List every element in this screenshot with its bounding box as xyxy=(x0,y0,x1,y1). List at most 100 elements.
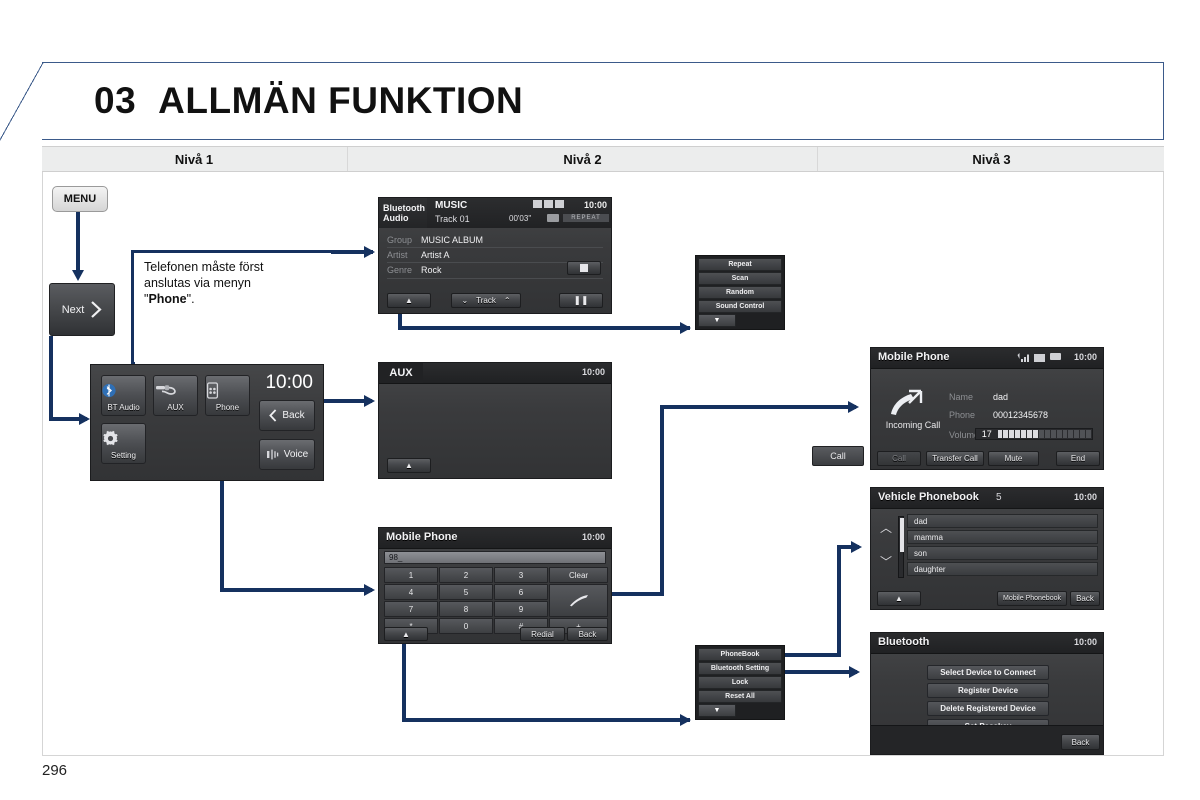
connector-phonebook-up xyxy=(837,545,841,657)
phonebook-scrollbar[interactable] xyxy=(898,516,904,578)
phonebook-count: 5 xyxy=(996,492,1002,503)
connector-menu-to-next xyxy=(76,212,80,272)
volume-segment xyxy=(1009,430,1014,438)
call-button[interactable]: Call xyxy=(877,451,921,466)
menu-tile-setting[interactable]: Setting xyxy=(101,423,146,464)
volume-slider[interactable]: 17 xyxy=(975,428,1093,440)
bt-audio-badge-line2: Audio xyxy=(383,213,427,223)
connector-next-down xyxy=(49,336,53,421)
bt-audio-track-selector[interactable]: ⌄ Track ⌃ xyxy=(451,293,521,308)
menu-hardware-button[interactable]: MENU xyxy=(52,186,108,212)
connector-dial-to-phone-popup xyxy=(402,718,690,722)
phonebook-entry[interactable]: mamma xyxy=(907,530,1098,544)
status-icon-1 xyxy=(533,200,542,208)
dialpad-key-0[interactable]: 0 xyxy=(439,618,493,634)
popup-item-phonebook[interactable]: PhoneBook xyxy=(698,648,782,661)
popup-item-lock[interactable]: Lock xyxy=(698,676,782,689)
select-device-button[interactable]: Select Device to Connect xyxy=(927,665,1049,680)
bluetooth-title: Bluetooth xyxy=(878,636,929,648)
menu-tile-label: AUX xyxy=(154,403,197,412)
chevron-left-icon xyxy=(269,409,277,422)
end-call-button[interactable]: End xyxy=(1056,451,1100,466)
bt-audio-up-button[interactable]: ▲ xyxy=(387,293,431,308)
table-left-rule xyxy=(42,172,43,755)
bt-audio-track: Track 01 xyxy=(435,214,470,224)
next-button[interactable]: Next xyxy=(49,283,115,336)
volume-segment xyxy=(1003,430,1008,438)
popup-item-repeat[interactable]: Repeat xyxy=(698,258,782,271)
note-quote-close: ". xyxy=(187,292,195,306)
dialpad-call-button[interactable] xyxy=(549,584,608,617)
bt-audio-field-value: Rock xyxy=(421,265,442,275)
phonebook-up-button[interactable]: ▲ xyxy=(877,591,921,606)
phone-number-input[interactable]: 98_ xyxy=(384,551,606,564)
dial-redial-button[interactable]: Redial xyxy=(520,627,565,641)
volume-segment xyxy=(1074,430,1079,438)
mobile-phonebook-button[interactable]: Mobile Phonebook xyxy=(997,591,1067,606)
phonebook-entry[interactable]: daughter xyxy=(907,562,1098,576)
dial-pad-screen: Mobile Phone 10:00 98_ 1 2 3 4 5 6 7 8 9… xyxy=(378,527,612,644)
dialpad-key-9[interactable]: 9 xyxy=(494,601,548,617)
aux-up-button[interactable]: ▲ xyxy=(387,458,431,473)
bt-audio-field-value: MUSIC ALBUM xyxy=(421,235,483,245)
call-state-label: Incoming Call xyxy=(877,420,949,430)
popup-item-reset-all[interactable]: Reset All xyxy=(698,690,782,703)
dialpad-key-7[interactable]: 7 xyxy=(384,601,438,617)
incoming-call-icon xyxy=(885,388,941,418)
volume-segment xyxy=(1027,430,1032,438)
dial-up-button[interactable]: ▲ xyxy=(384,627,428,641)
delete-registered-device-button[interactable]: Delete Registered Device xyxy=(927,701,1049,716)
phone-status-icon xyxy=(1034,354,1045,362)
phonebook-scroll-up-button[interactable]: ︿ xyxy=(876,516,896,538)
menu-voice-button[interactable]: Voice xyxy=(259,439,315,470)
menu-clock: 10:00 xyxy=(265,372,313,394)
register-device-button[interactable]: Register Device xyxy=(927,683,1049,698)
dialpad-key-4[interactable]: 4 xyxy=(384,584,438,600)
phonebook-clock: 10:00 xyxy=(1074,492,1097,502)
phonebook-entry[interactable]: dad xyxy=(907,514,1098,528)
dial-back-button[interactable]: Back xyxy=(567,627,608,641)
bt-audio-stop-button[interactable] xyxy=(567,261,601,275)
dialpad-key-1[interactable]: 1 xyxy=(384,567,438,583)
popup-item-random[interactable]: Random xyxy=(698,286,782,299)
popup-item-bluetooth-setting[interactable]: Bluetooth Setting xyxy=(698,662,782,675)
phonebook-back-button[interactable]: Back xyxy=(1070,591,1100,606)
note-callout: Telefonen måste först anslutas via menyn… xyxy=(131,250,331,362)
dialpad-key-3[interactable]: 3 xyxy=(494,567,548,583)
dialpad-key-2[interactable]: 2 xyxy=(439,567,493,583)
transfer-call-button[interactable]: Transfer Call xyxy=(926,451,984,466)
phonebook-title: Vehicle Phonebook xyxy=(878,491,979,503)
dialpad-clear-button[interactable]: Clear xyxy=(549,567,608,583)
popup-more-button[interactable]: ▼ xyxy=(698,314,736,327)
connector-dial-down xyxy=(402,644,406,722)
bt-audio-field-group: GroupMUSIC ALBUM xyxy=(387,235,483,245)
dialpad-key-6[interactable]: 6 xyxy=(494,584,548,600)
connector-menu-right-to-dial xyxy=(220,588,372,592)
volume-value: 17 xyxy=(976,429,998,439)
phonebook-scroll-thumb[interactable] xyxy=(900,518,904,552)
popup-more-button[interactable]: ▼ xyxy=(698,704,736,717)
arrowhead-next-to-menu xyxy=(79,413,90,425)
mute-button[interactable]: Mute xyxy=(988,451,1039,466)
bt-audio-pause-button[interactable]: ❚❚ xyxy=(559,293,603,308)
stop-icon xyxy=(580,264,588,272)
phonebook-scroll-down-button[interactable]: ﹀ xyxy=(876,550,896,572)
popup-item-scan[interactable]: Scan xyxy=(698,272,782,285)
menu-tile-bt-audio[interactable]: BT Audio xyxy=(101,375,146,416)
volume-segment xyxy=(1080,430,1085,438)
dialpad-key-5[interactable]: 5 xyxy=(439,584,493,600)
aux-screen: AUX 10:00 ▲ xyxy=(378,362,612,479)
bluetooth-back-button[interactable]: Back xyxy=(1061,734,1100,750)
dial-title: Mobile Phone xyxy=(386,531,458,543)
volume-segment xyxy=(1086,430,1091,438)
call-hardware-button[interactable]: Call xyxy=(812,446,864,466)
popup-item-sound-control[interactable]: Sound Control xyxy=(698,300,782,313)
menu-back-label: Back xyxy=(282,410,304,421)
menu-back-button[interactable]: Back xyxy=(259,400,315,431)
phonebook-entry[interactable]: son xyxy=(907,546,1098,560)
menu-tile-aux[interactable]: AUX xyxy=(153,375,198,416)
call-clock: 10:00 xyxy=(1074,352,1097,362)
dialpad-key-8[interactable]: 8 xyxy=(439,601,493,617)
menu-tile-phone[interactable]: Phone xyxy=(205,375,250,416)
chapter-title-text: ALLMÄN FUNKTION xyxy=(158,80,523,121)
